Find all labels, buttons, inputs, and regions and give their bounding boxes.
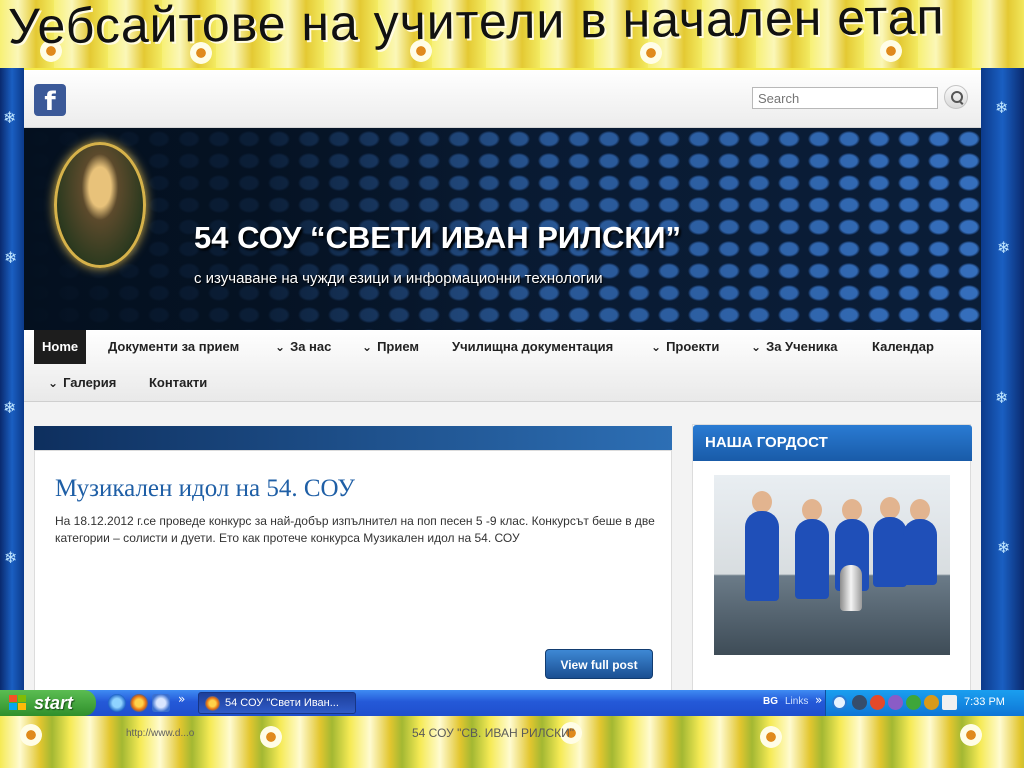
site-top-bar: f bbox=[24, 70, 981, 128]
snowflake-icon: ❄ bbox=[995, 98, 1009, 117]
snowflake-icon: ❄ bbox=[4, 548, 18, 567]
player-figure bbox=[795, 519, 829, 599]
player-figure bbox=[842, 499, 862, 521]
snowflake-icon: ❄ bbox=[3, 398, 17, 417]
snowflake-border-left: ❄ ❄ ❄ ❄ bbox=[0, 68, 24, 690]
nav-item-school-documentation[interactable]: Училищна документация bbox=[444, 330, 621, 364]
snowflake-icon: ❄ bbox=[3, 108, 17, 127]
post-card: Музикален идол на 54. СОУ На 18.12.2012 … bbox=[34, 450, 672, 690]
snowflake-icon: ❄ bbox=[995, 388, 1009, 407]
flower-border-bottom bbox=[0, 716, 1024, 768]
nav-item-label: Home bbox=[42, 339, 79, 354]
internet-explorer-icon[interactable] bbox=[108, 694, 126, 712]
search-input[interactable] bbox=[752, 87, 938, 109]
snowflake-icon: ❄ bbox=[4, 248, 18, 267]
nav-item-for-students[interactable]: ⌄ За Ученика bbox=[743, 330, 846, 364]
nav-item-contacts[interactable]: Контакти bbox=[141, 366, 215, 400]
links-chevron-icon[interactable]: » bbox=[815, 693, 822, 707]
app-tray-icon[interactable] bbox=[888, 695, 903, 710]
start-label: start bbox=[34, 693, 74, 713]
chevron-down-icon: ⌄ bbox=[275, 340, 286, 354]
player-figure bbox=[802, 499, 822, 521]
taskbar-window-button[interactable]: 54 СОУ "Свети Иван... bbox=[198, 692, 356, 714]
school-website: f 54 СОУ “СВЕТИ ИВАН РИЛСКИ” с изучаване… bbox=[24, 70, 981, 690]
school-name: 54 СОУ “СВЕТИ ИВАН РИЛСКИ” bbox=[194, 220, 682, 255]
nav-item-gallery[interactable]: ⌄ Галерия bbox=[40, 366, 124, 400]
quicklaunch-chevron-icon[interactable]: » bbox=[178, 692, 185, 706]
chevron-down-icon: ⌄ bbox=[362, 340, 373, 354]
slide-footer-text: 54 СОУ "СВ. ИВАН РИЛСКИ" bbox=[412, 726, 574, 740]
nav-item-label: Контакти bbox=[149, 375, 208, 390]
volume-icon[interactable] bbox=[942, 695, 957, 710]
player-figure bbox=[752, 491, 772, 513]
flower-decoration bbox=[20, 724, 42, 746]
site-header-banner: 54 СОУ “СВЕТИ ИВАН РИЛСКИ” с изучаване н… bbox=[24, 128, 981, 330]
nav-item-label: Проекти bbox=[666, 339, 720, 354]
start-button[interactable]: start bbox=[0, 690, 96, 716]
firefox-icon[interactable] bbox=[130, 694, 148, 712]
player-figure bbox=[745, 511, 779, 601]
facebook-icon[interactable]: f bbox=[34, 84, 66, 117]
nav-item-admission-documents[interactable]: Документи за прием bbox=[100, 330, 247, 364]
saint-icon-logo bbox=[54, 142, 146, 268]
search-icon[interactable] bbox=[944, 85, 968, 109]
post-title[interactable]: Музикален идол на 54. СОУ bbox=[55, 475, 355, 503]
nav-item-about[interactable]: ⌄ За нас bbox=[267, 330, 339, 364]
show-desktop-icon[interactable] bbox=[152, 694, 170, 712]
flower-decoration bbox=[760, 726, 782, 748]
post-excerpt: На 18.12.2012 г.се проведе конкурс за на… bbox=[55, 514, 655, 545]
links-toolbar-label[interactable]: Links bbox=[785, 696, 808, 707]
taskbar-window-title: 54 СОУ "Свети Иван... bbox=[225, 697, 339, 709]
nav-item-label: Календар bbox=[872, 339, 934, 354]
nav-item-label: За Ученика bbox=[766, 339, 838, 354]
player-figure bbox=[910, 499, 930, 521]
snowflake-icon: ❄ bbox=[997, 538, 1011, 557]
snowflake-icon: ❄ bbox=[997, 238, 1011, 257]
nav-item-projects[interactable]: ⌄ Проекти bbox=[643, 330, 727, 364]
nav-item-label: Прием bbox=[377, 339, 420, 354]
nav-item-label: Документи за прием bbox=[108, 339, 240, 354]
chevron-down-icon: ⌄ bbox=[48, 376, 59, 390]
post-header-bar bbox=[34, 426, 672, 450]
windows-logo-icon bbox=[9, 695, 27, 711]
widget-title: НАША ГОРДОСТ bbox=[693, 425, 972, 461]
windows-taskbar: start » 54 СОУ "Свети Иван... BG Links »… bbox=[0, 690, 1024, 716]
firefox-icon bbox=[205, 696, 220, 711]
flower-decoration bbox=[960, 724, 982, 746]
trophy bbox=[840, 565, 862, 611]
nav-item-home[interactable]: Home bbox=[34, 330, 87, 364]
flower-decoration bbox=[260, 726, 282, 748]
language-indicator[interactable]: BG bbox=[763, 696, 778, 707]
view-full-post-button[interactable]: View full post bbox=[545, 649, 653, 679]
clock[interactable]: 7:33 PM bbox=[964, 696, 1005, 708]
chevron-down-icon: ⌄ bbox=[751, 340, 762, 354]
nav-item-label: Училищна документация bbox=[452, 339, 614, 354]
player-figure bbox=[873, 517, 907, 587]
network-icon[interactable] bbox=[852, 695, 867, 710]
nav-item-calendar[interactable]: Календар bbox=[864, 330, 942, 364]
status-tray-icon[interactable] bbox=[906, 695, 921, 710]
nav-item-admission[interactable]: ⌄ Прием bbox=[354, 330, 427, 364]
update-tray-icon[interactable] bbox=[924, 695, 939, 710]
chevron-down-icon: ⌄ bbox=[651, 340, 662, 354]
main-navigation: Home Документи за прием ⌄ За нас ⌄ Прием У… bbox=[24, 330, 981, 402]
back-arrow-icon[interactable] bbox=[832, 695, 847, 710]
school-subtitle: с изучаване на чужди езици и информацион… bbox=[194, 270, 603, 287]
player-figure bbox=[903, 519, 937, 585]
nav-item-label: За нас bbox=[290, 339, 332, 354]
snowflake-border-right: ❄ ❄ ❄ ❄ bbox=[981, 68, 1024, 690]
sidebar-widget: НАША ГОРДОСТ bbox=[692, 424, 972, 690]
content-area: Музикален идол на 54. СОУ На 18.12.2012 … bbox=[24, 402, 981, 690]
antivirus-icon[interactable] bbox=[870, 695, 885, 710]
nav-item-label: Галерия bbox=[63, 375, 117, 390]
player-figure bbox=[880, 497, 900, 519]
team-photo[interactable] bbox=[714, 475, 950, 655]
slide-footer-url: http://www.d...o bbox=[126, 728, 195, 739]
